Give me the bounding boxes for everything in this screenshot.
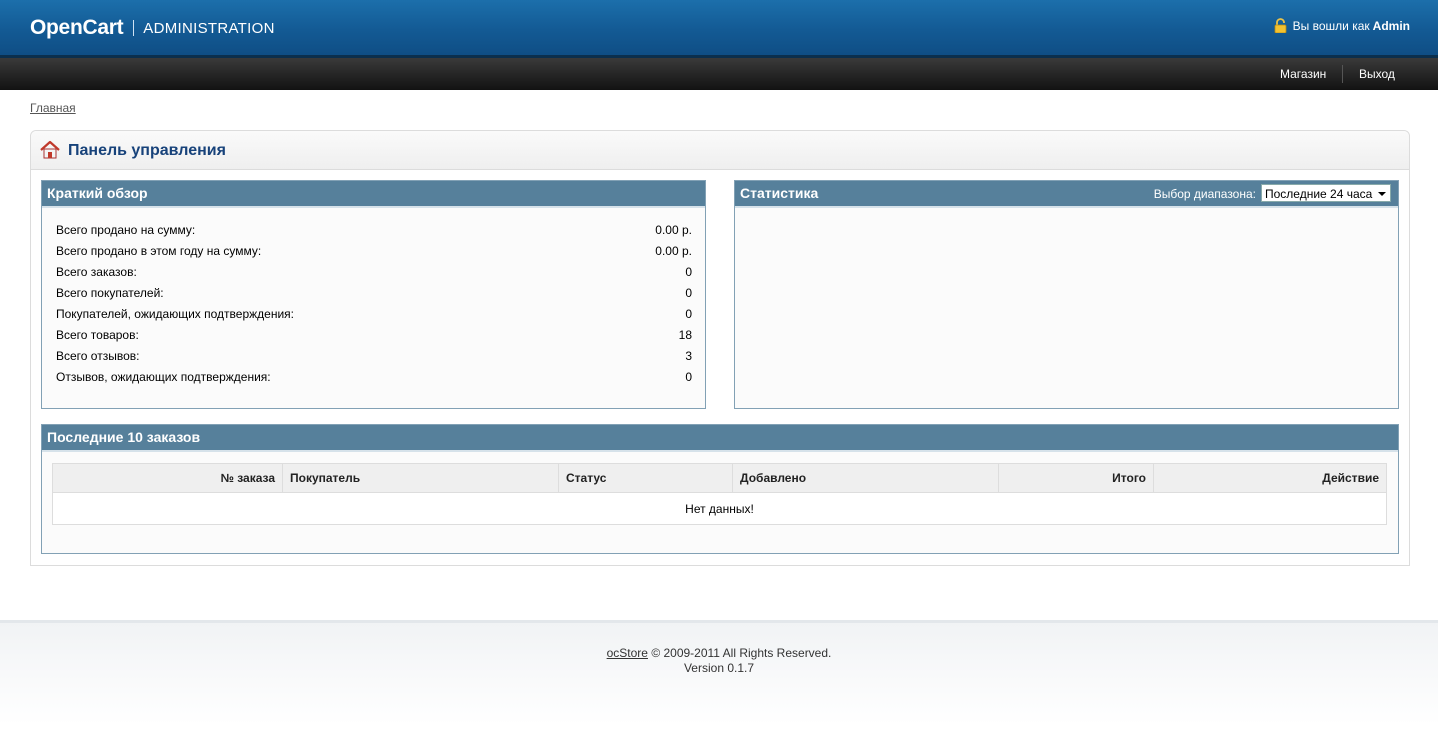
footer-copyright-text: © 2009-2011 All Rights Reserved.	[651, 646, 832, 660]
statistics-header: Статистика Выбор диапазона: Последние 24…	[735, 181, 1398, 208]
column-status[interactable]: Статус	[558, 463, 733, 493]
overview-label: Всего отзывов:	[56, 349, 140, 363]
latest-orders-panel: Последние 10 заказов № заказа Покупатель…	[41, 424, 1399, 554]
table-row: Нет данных!	[52, 492, 1387, 525]
overview-label: Покупателей, ожидающих подтверждения:	[56, 307, 294, 321]
overview-row: Всего продано на сумму: 0.00 р.	[56, 223, 692, 244]
breadcrumb-home[interactable]: Главная	[30, 101, 76, 115]
overview-title: Краткий обзор	[47, 185, 148, 201]
overview-label: Всего продано в этом году на сумму:	[56, 244, 262, 258]
overview-value: 0.00 р.	[655, 244, 692, 258]
range-label: Выбор диапазона:	[1153, 187, 1256, 201]
overview-value: 0	[685, 370, 692, 384]
overview-label: Всего товаров:	[56, 328, 139, 342]
latest-orders-header: Последние 10 заказов	[42, 425, 1398, 452]
overview-label: Всего заказов:	[56, 265, 137, 279]
overview-row: Отзывов, ожидающих подтверждения: 0	[56, 370, 692, 391]
overview-value: 3	[685, 349, 692, 363]
column-action: Действие	[1153, 463, 1387, 493]
column-customer[interactable]: Покупатель	[282, 463, 559, 493]
footer: ocStore © 2009-2011 All Rights Reserved.…	[0, 620, 1438, 736]
home-icon	[40, 140, 60, 160]
footer-brand-link[interactable]: ocStore	[607, 646, 648, 660]
overview-panel: Краткий обзор Всего продано на сумму: 0.…	[41, 180, 706, 409]
no-results-text: Нет данных!	[52, 492, 1387, 525]
login-prefix: Вы вошли как	[1292, 18, 1370, 33]
table-header-row: № заказа Покупатель Статус Добавлено Ито…	[52, 463, 1387, 493]
overview-header: Краткий обзор	[42, 181, 705, 208]
login-info: Вы вошли как Admin	[1274, 18, 1410, 33]
overview-value: 0	[685, 265, 692, 279]
nav-logout-link[interactable]: Выход	[1359, 58, 1395, 90]
header: OpenCart ADMINISTRATION Вы вошли как Adm…	[0, 0, 1438, 58]
overview-row: Покупателей, ожидающих подтверждения: 0	[56, 307, 692, 328]
range-select[interactable]: Последние 24 часа	[1261, 184, 1391, 202]
overview-label: Отзывов, ожидающих подтверждения:	[56, 370, 271, 384]
overview-row: Всего покупателей: 0	[56, 286, 692, 307]
column-total[interactable]: Итого	[998, 463, 1154, 493]
latest-orders-title: Последние 10 заказов	[47, 429, 201, 445]
chevron-down-icon	[1378, 192, 1386, 196]
overview-row: Всего отзывов: 3	[56, 349, 692, 370]
overview-value: 0	[685, 286, 692, 300]
login-user: Admin	[1372, 18, 1410, 33]
dashboard-header: Панель управления	[31, 131, 1409, 170]
statistics-panel: Статистика Выбор диапазона: Последние 24…	[734, 180, 1399, 409]
logo-divider	[133, 20, 135, 36]
overview-value: 0.00 р.	[655, 223, 692, 237]
overview-row: Всего продано в этом году на сумму: 0.00…	[56, 244, 692, 265]
footer-copyright: ocStore © 2009-2011 All Rights Reserved.	[0, 646, 1438, 660]
column-order-id[interactable]: № заказа	[52, 463, 283, 493]
overview-label: Всего продано на сумму:	[56, 223, 196, 237]
range-select-value: Последние 24 часа	[1265, 187, 1373, 201]
nav-divider	[1342, 65, 1343, 83]
logo[interactable]: OpenCart ADMINISTRATION	[30, 15, 275, 41]
overview-label: Всего покупателей:	[56, 286, 164, 300]
statistics-title: Статистика	[740, 185, 819, 201]
overview-value: 0	[685, 307, 692, 321]
overview-row: Всего заказов: 0	[56, 265, 692, 286]
logo-text: OpenCart	[30, 16, 124, 39]
overview-value: 18	[678, 328, 692, 342]
nav-store-link[interactable]: Магазин	[1280, 58, 1326, 90]
lock-icon	[1274, 18, 1287, 33]
orders-table: № заказа Покупатель Статус Добавлено Ито…	[52, 463, 1387, 525]
footer-version: Version 0.1.7	[683, 661, 755, 675]
overview-row: Всего товаров: 18	[56, 328, 692, 349]
column-date-added[interactable]: Добавлено	[732, 463, 999, 493]
logo-subtitle: ADMINISTRATION	[143, 19, 275, 37]
page-title: Панель управления	[68, 142, 226, 159]
nav-bar: Магазин Выход	[0, 58, 1438, 90]
